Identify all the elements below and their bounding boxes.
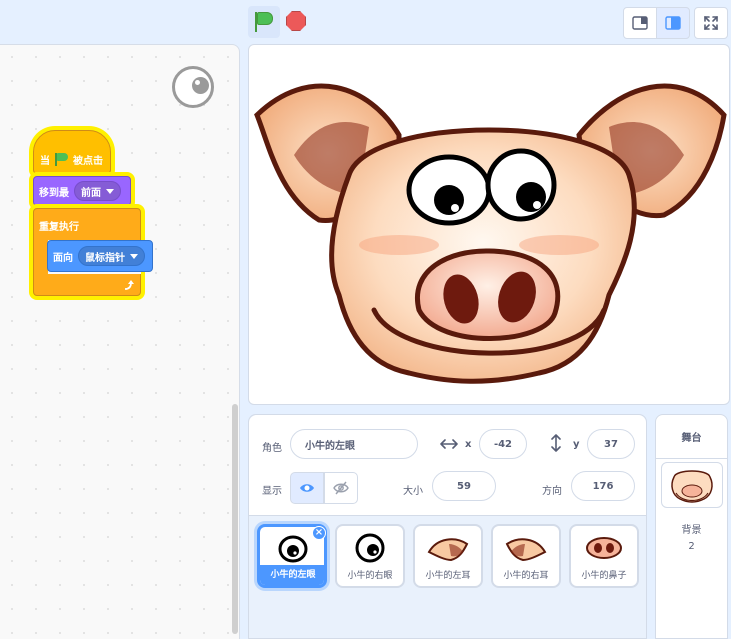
sprite-tile-label: 小牛的鼻子 bbox=[581, 571, 627, 581]
backdrop-thumbnail-image bbox=[671, 470, 713, 503]
hide-sprite-button[interactable] bbox=[324, 472, 358, 504]
backdrop-thumbnail[interactable] bbox=[661, 462, 723, 508]
code-scrollbar[interactable] bbox=[232, 404, 238, 634]
backdrop-count: 2 bbox=[688, 541, 695, 552]
fullscreen-icon bbox=[704, 16, 718, 30]
show-sprite-button[interactable] bbox=[290, 472, 324, 504]
size-input[interactable]: 59 bbox=[432, 471, 496, 501]
layer-dropdown-value: 前面 bbox=[81, 187, 101, 199]
direction-label: 方向 bbox=[542, 486, 562, 497]
forever-label: 重复执行 bbox=[39, 222, 79, 233]
stage-selector[interactable]: 舞台 背景 2 bbox=[655, 414, 728, 639]
right-eye-thumbnail bbox=[355, 533, 385, 563]
sprite-tile-nose[interactable]: 小牛的鼻子 bbox=[569, 524, 639, 588]
size-label: 大小 bbox=[403, 486, 423, 497]
dropdown-caret-icon bbox=[130, 253, 138, 259]
y-position-icon bbox=[551, 434, 561, 452]
y-label: y bbox=[573, 439, 580, 450]
green-flag-icon bbox=[55, 153, 68, 166]
sprite-tile-label: 小牛的右耳 bbox=[503, 571, 549, 581]
right-ear-thumbnail bbox=[505, 538, 547, 562]
sprite-tile-label: 小牛的左眼 bbox=[260, 565, 324, 585]
left-ear-thumbnail bbox=[427, 538, 469, 562]
large-stage-icon bbox=[665, 16, 681, 30]
sprite-tile-left-ear[interactable]: 小牛的左耳 bbox=[413, 524, 483, 588]
sprite-tile-right-ear[interactable]: 小牛的右耳 bbox=[491, 524, 561, 588]
eye-icon bbox=[300, 484, 314, 492]
fullscreen-button[interactable] bbox=[694, 7, 728, 39]
direction-input[interactable]: 176 bbox=[571, 471, 635, 501]
green-flag-button[interactable] bbox=[248, 6, 280, 38]
sprite-tile-label: 小牛的左耳 bbox=[425, 571, 471, 581]
hat-clicked-label: 被点击 bbox=[73, 155, 103, 167]
x-label: x bbox=[465, 439, 472, 450]
sprite-tile-label: 小牛的右眼 bbox=[347, 571, 393, 581]
pig-face-image bbox=[254, 83, 727, 384]
delete-sprite-button[interactable]: × bbox=[312, 526, 326, 540]
point-target-dropdown[interactable]: 鼠标指针 bbox=[78, 246, 145, 266]
sprite-eye-indicator-icon bbox=[172, 66, 214, 108]
dropdown-caret-icon bbox=[106, 188, 114, 194]
sprite-name-input[interactable]: 小牛的左眼 bbox=[290, 429, 418, 459]
point-label: 面向 bbox=[53, 252, 73, 264]
point-target-value: 鼠标指针 bbox=[85, 252, 125, 264]
pig-snout bbox=[415, 248, 561, 341]
sprite-info-panel: 角色 小牛的左眼 x -42 y 37 显示 大小 59 方向 176 bbox=[249, 415, 646, 516]
when-flag-clicked-block[interactable]: 当 被点击 bbox=[33, 130, 111, 174]
small-stage-icon bbox=[632, 16, 648, 30]
large-stage-button[interactable] bbox=[656, 7, 690, 39]
show-label: 显示 bbox=[262, 486, 282, 497]
stage-canvas[interactable] bbox=[248, 44, 730, 405]
eye-slash-icon bbox=[333, 481, 349, 495]
backdrop-label: 背景 bbox=[681, 525, 702, 536]
go-to-front-block[interactable]: 移到最 前面 bbox=[33, 176, 131, 206]
loop-arrow-icon bbox=[124, 280, 134, 290]
code-area[interactable] bbox=[0, 44, 240, 639]
stop-button[interactable] bbox=[286, 11, 306, 31]
nose-thumbnail bbox=[586, 537, 622, 559]
sprite-tile-right-eye[interactable]: 小牛的右眼 bbox=[335, 524, 405, 588]
stage-selector-title: 舞台 bbox=[656, 415, 727, 459]
goto-label: 移到最 bbox=[39, 187, 69, 199]
layer-dropdown[interactable]: 前面 bbox=[74, 181, 121, 201]
x-position-icon bbox=[440, 439, 458, 449]
y-position-input[interactable]: 37 bbox=[587, 429, 635, 459]
hat-when-label: 当 bbox=[40, 155, 50, 167]
x-position-input[interactable]: -42 bbox=[479, 429, 527, 459]
small-stage-button[interactable] bbox=[623, 7, 657, 39]
point-towards-block[interactable]: 面向 鼠标指针 bbox=[47, 240, 153, 272]
pig-right-eye bbox=[485, 148, 557, 222]
sprite-pane: 角色 小牛的左眼 x -42 y 37 显示 大小 59 方向 176 小牛的左… bbox=[248, 414, 647, 639]
sprite-name-label: 角色 bbox=[262, 443, 282, 454]
